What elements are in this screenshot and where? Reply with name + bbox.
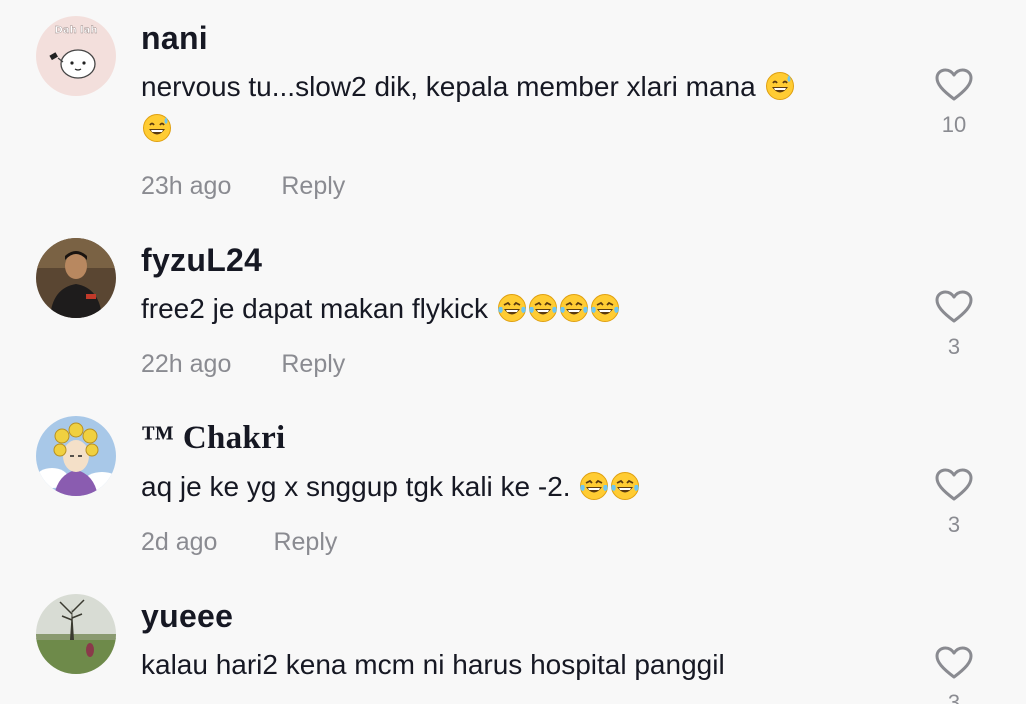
comment-time: 2d ago: [141, 528, 218, 556]
comment-text: aq je ke yg x snggup tgk kali ke -2.: [141, 466, 881, 508]
like-count: 3: [947, 334, 961, 359]
tears-of-joy-emoji: [559, 293, 589, 323]
avatar[interactable]: [36, 416, 116, 496]
comment-body: nervous tu...slow2 dik, kepala member xl…: [141, 71, 756, 102]
tears-of-joy-emoji: [590, 293, 620, 323]
like-button[interactable]: 3: [924, 468, 984, 538]
comment-meta: 23h ago Reply: [141, 172, 345, 201]
sweat-smile-emoji: [765, 71, 795, 101]
comment-list: Dah lah nani nervous tu...slow2 dik, kep…: [0, 0, 1026, 704]
heart-outline-icon[interactable]: [935, 290, 973, 324]
comment-body: aq je ke yg x snggup tgk kali ke -2.: [141, 471, 571, 502]
comment-meta: 2d ago Reply: [141, 528, 337, 557]
comment-body: free2 je dapat makan flykick: [141, 293, 489, 324]
heart-outline-icon[interactable]: [935, 468, 973, 502]
comment-time: 22h ago: [141, 350, 232, 378]
reply-button[interactable]: Reply: [273, 528, 337, 556]
like-count: 3: [947, 690, 961, 704]
avatar[interactable]: Dah lah: [36, 16, 116, 96]
like-button[interactable]: 3: [924, 646, 984, 704]
username[interactable]: ™ Chakri: [141, 420, 286, 457]
tears-of-joy-emoji: [610, 471, 640, 501]
username[interactable]: yueee: [141, 598, 233, 635]
username[interactable]: nani: [141, 20, 208, 57]
like-count: 10: [941, 112, 967, 137]
like-button[interactable]: 10: [924, 68, 984, 138]
heart-outline-icon[interactable]: [935, 68, 973, 102]
avatar[interactable]: [36, 238, 116, 318]
reply-button[interactable]: Reply: [281, 172, 345, 200]
like-button[interactable]: 3: [924, 290, 984, 360]
comment-text: free2 je dapat makan flykick: [141, 288, 881, 330]
comment-time: 23h ago: [141, 172, 232, 200]
reply-button[interactable]: Reply: [281, 350, 345, 378]
heart-outline-icon[interactable]: [935, 646, 973, 680]
like-count: 3: [947, 512, 961, 537]
comment-text: kalau hari2 kena mcm ni harus hospital p…: [141, 644, 881, 686]
comment-text: nervous tu...slow2 dik, kepala member xl…: [141, 66, 881, 150]
avatar[interactable]: [36, 594, 116, 674]
comment-meta: 22h ago Reply: [141, 350, 345, 379]
avatar-badge: Dah lah: [55, 25, 98, 36]
tears-of-joy-emoji: [497, 293, 527, 323]
comment-body: kalau hari2 kena mcm ni harus hospital p…: [141, 649, 725, 680]
username[interactable]: fyzuL24: [141, 242, 262, 279]
sweat-smile-emoji: [142, 113, 172, 143]
tears-of-joy-emoji: [579, 471, 609, 501]
tears-of-joy-emoji: [528, 293, 558, 323]
